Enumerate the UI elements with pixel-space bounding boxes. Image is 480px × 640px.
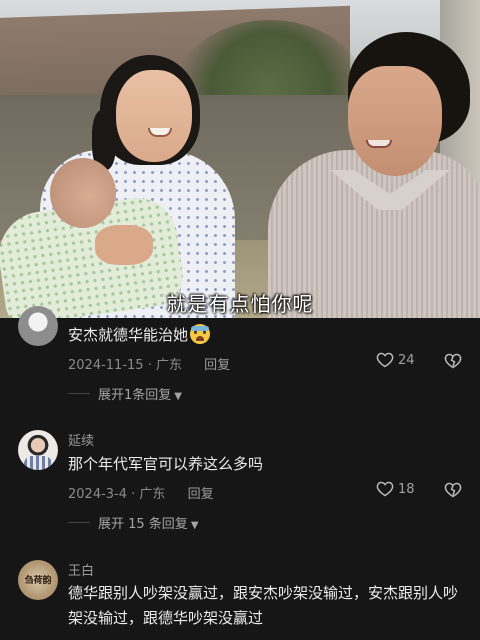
like-button[interactable]: 24: [376, 352, 415, 368]
woman-smile: [366, 140, 392, 148]
cold-sweat-emoji-icon: [190, 324, 211, 344]
expand-replies-label: 展开 15 条回复: [98, 517, 188, 532]
expand-divider: [68, 522, 90, 523]
comment-date: 2024-11-15: [68, 358, 144, 373]
girl-arm: [95, 225, 153, 265]
woman-face: [348, 66, 442, 176]
comment-text: 德华跟别人吵架没赢过，跟安杰吵架没输过，安杰跟别人吵架没输过，跟德华吵架没赢过: [68, 584, 459, 627]
comment-username[interactable]: 王白: [68, 560, 94, 579]
broken-heart-icon: [444, 482, 462, 498]
comment-meta: 2024-11-15 · 广东 回复: [68, 354, 230, 373]
expand-replies-label: 展开1条回复: [98, 388, 172, 403]
comment-location: 广东: [155, 358, 182, 373]
chevron-down-icon: ▼: [174, 391, 182, 402]
meta-separator: ·: [127, 487, 140, 502]
video-subtitle: 就是有点怕你呢: [166, 292, 314, 316]
comment-list: 安杰就德华能治她 2024-11-15 · 广东 回复 24 展开1条回复 ▼ 延…: [0, 306, 480, 640]
like-count: 24: [398, 352, 415, 368]
comment-text: 那个年代军官可以养这么多吗: [68, 455, 264, 473]
avatar[interactable]: [18, 430, 58, 470]
avatar[interactable]: 刍荷韵: [18, 560, 58, 600]
expand-divider: [68, 393, 90, 394]
comment-text-wrap: 安杰就德华能治她: [68, 323, 468, 348]
reply-button[interactable]: 回复: [188, 487, 214, 502]
broken-heart-icon: [444, 353, 462, 369]
comment-username[interactable]: 延续: [68, 430, 94, 449]
chevron-down-icon: ▼: [190, 520, 199, 531]
expand-replies-button[interactable]: 展开 15 条回复 ▼: [98, 513, 199, 532]
like-button[interactable]: 18: [376, 481, 415, 497]
avatar-seal-text: 刍荷韵: [24, 576, 52, 586]
comment-text: 安杰就德华能治她: [68, 326, 189, 344]
baby-head: [50, 158, 116, 228]
dislike-button[interactable]: [444, 353, 462, 373]
expand-replies-button[interactable]: 展开1条回复 ▼: [98, 384, 182, 403]
comment-meta: 2024-3-4 · 广东 回复: [68, 483, 214, 502]
girl-face: [116, 70, 192, 162]
video-frame[interactable]: 就是有点怕你呢: [0, 0, 480, 318]
meta-separator: ·: [143, 358, 156, 373]
comment-date: 2024-3-4: [68, 487, 128, 502]
avatar[interactable]: [18, 306, 58, 346]
like-count: 18: [398, 481, 415, 497]
dislike-button[interactable]: [444, 482, 462, 502]
heart-icon: [376, 352, 394, 368]
heart-icon: [376, 481, 394, 497]
reply-button[interactable]: 回复: [204, 358, 230, 373]
comment-location: 广东: [139, 487, 166, 502]
